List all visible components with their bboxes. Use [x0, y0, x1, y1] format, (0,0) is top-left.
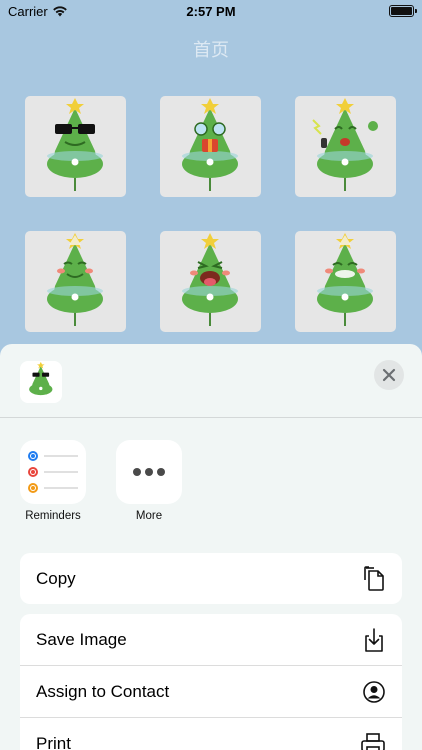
sunglasses-character-icon: [29, 361, 53, 396]
close-icon: [382, 368, 396, 382]
save-image-action[interactable]: Save Image: [20, 614, 402, 665]
assign-to-contact-action[interactable]: Assign to Contact: [20, 666, 402, 717]
status-bar: Carrier 2:57 PM: [0, 0, 422, 26]
action-label: Assign to Contact: [36, 681, 170, 701]
goggles-character-icon: [182, 98, 238, 191]
sticker-tile[interactable]: [25, 96, 126, 197]
sticker-tile[interactable]: [295, 96, 396, 197]
sticker-tile[interactable]: [160, 231, 261, 332]
save-image-icon: [365, 627, 383, 652]
battery-icon: [389, 5, 417, 17]
mic-character-icon: [312, 98, 378, 191]
action-label: Copy: [36, 568, 76, 588]
sunglasses-character-icon: [47, 98, 103, 191]
sticker-tile[interactable]: [25, 231, 126, 332]
share-app-label: Reminders: [25, 510, 81, 522]
action-label: Print: [36, 733, 71, 750]
share-app-reminders[interactable]: Reminders: [20, 440, 86, 522]
clock: 2:57 PM: [186, 4, 236, 19]
print-icon: [361, 732, 385, 750]
print-action[interactable]: Print: [20, 718, 402, 750]
smile-character-icon: [47, 233, 103, 326]
reminders-icon: [20, 440, 86, 504]
sticker-tile[interactable]: [160, 96, 261, 197]
copy-action[interactable]: Copy: [20, 553, 402, 604]
sticker-tile[interactable]: [295, 231, 396, 332]
tongue-character-icon: [182, 233, 238, 326]
contact-icon: [363, 680, 385, 703]
share-sheet-header: [0, 344, 422, 418]
copy-icon: [364, 565, 384, 591]
share-sheet: Reminders More Copy Save Image Assign to…: [0, 344, 422, 750]
close-button[interactable]: [374, 360, 404, 390]
more-icon: [116, 440, 182, 504]
share-app-label: More: [135, 510, 163, 522]
shared-image-thumbnail: [20, 361, 62, 403]
action-label: Save Image: [36, 629, 127, 649]
share-app-more[interactable]: More: [116, 440, 182, 522]
content-character-icon: [317, 233, 373, 326]
page-title: 首页: [193, 40, 229, 61]
